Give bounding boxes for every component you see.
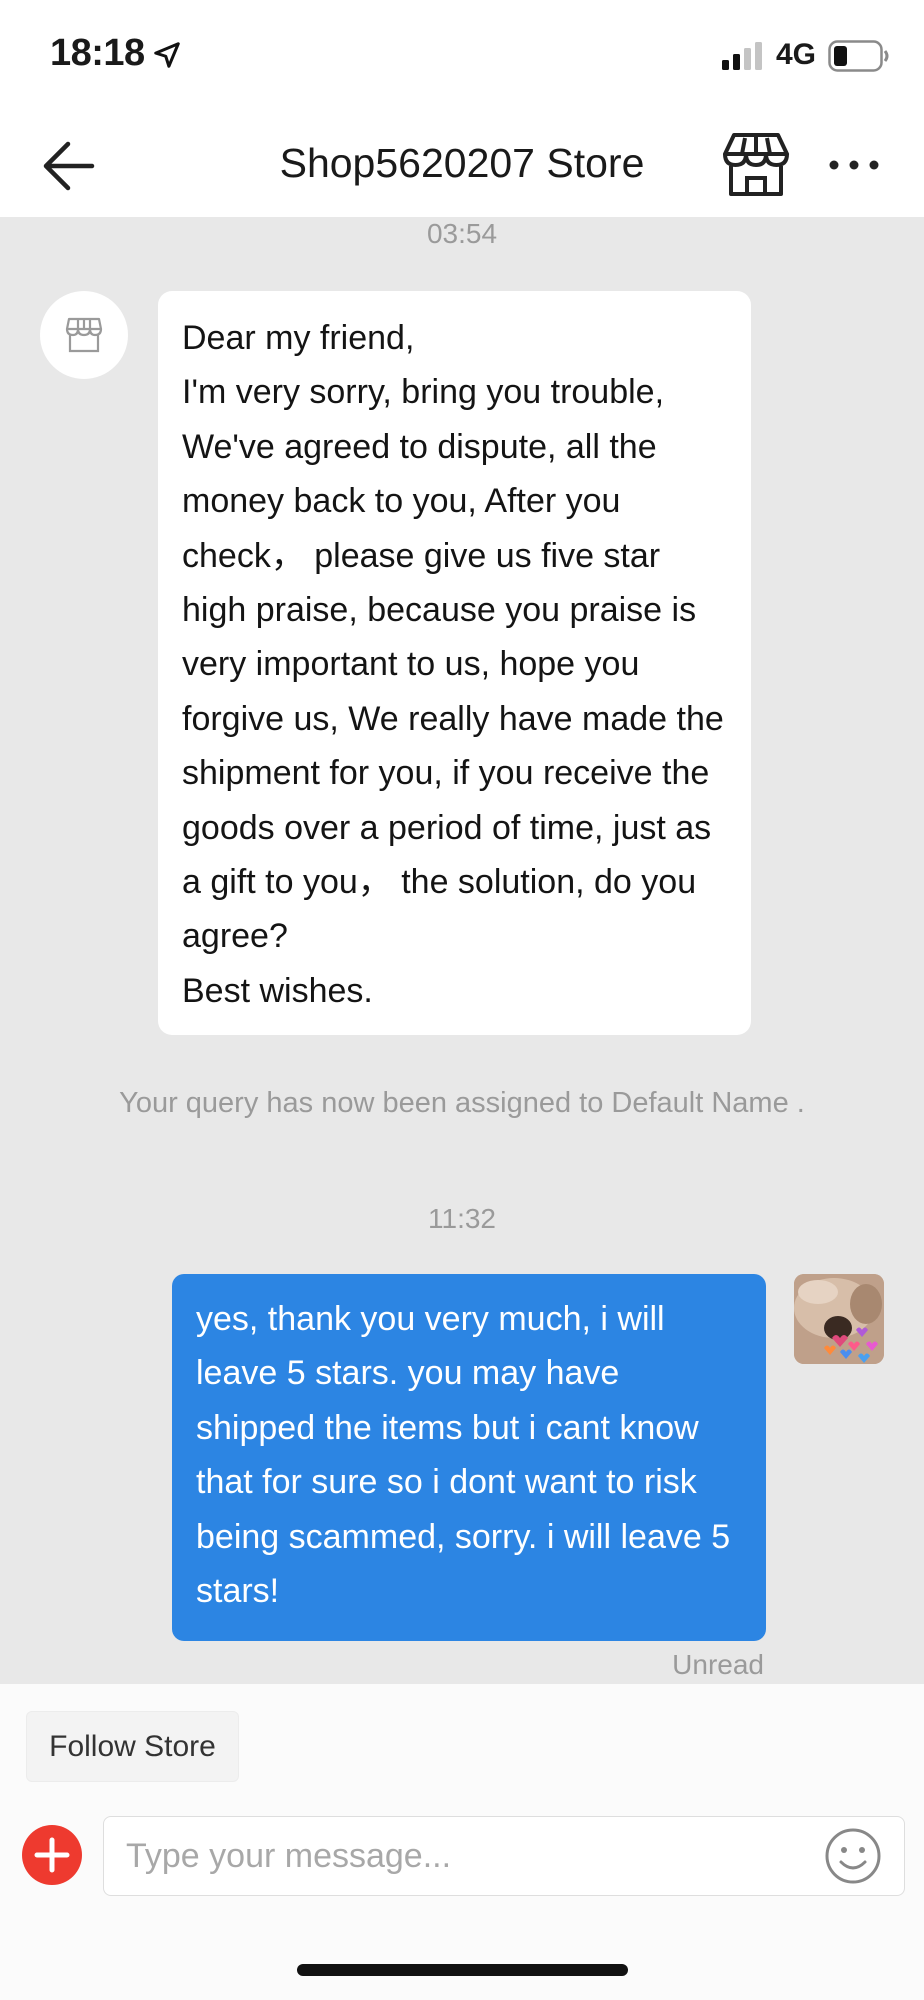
battery-icon: [828, 40, 889, 72]
message-input[interactable]: [126, 1825, 806, 1887]
composer-bar: Follow Store: [0, 1684, 924, 2000]
message-field: [103, 1816, 905, 1896]
network-label: 4G: [776, 38, 817, 71]
store-logo-icon: [65, 317, 103, 353]
user-photo: [794, 1274, 884, 1364]
message-timestamp: 03:54: [426, 218, 498, 249]
status-bar: 18:18 4G: [0, 0, 924, 110]
incoming-message-text: Dear my friend, I'm very sorry, bring yo…: [182, 319, 724, 1010]
chat-messages[interactable]: 03:54 Dear my friend, I'm very sorry, br…: [0, 217, 924, 1684]
store-icon[interactable]: [722, 132, 790, 198]
more-icon[interactable]: [826, 140, 882, 190]
outgoing-message-bubble[interactable]: yes, thank you very much, i will leave 5…: [172, 1274, 766, 1641]
read-status: Unread: [672, 1649, 764, 1680]
follow-store-button[interactable]: Follow Store: [26, 1711, 239, 1782]
store-avatar[interactable]: [40, 291, 128, 379]
user-avatar[interactable]: [794, 1274, 884, 1364]
emoji-icon[interactable]: [824, 1827, 882, 1885]
incoming-message-bubble[interactable]: Dear my friend, I'm very sorry, bring yo…: [158, 291, 751, 1035]
signal-icon: [722, 42, 762, 70]
location-arrow-icon: [154, 42, 180, 68]
plus-icon: [34, 1837, 70, 1873]
outgoing-message-text: yes, thank you very much, i will leave 5…: [196, 1300, 731, 1611]
message-timestamp: 11:32: [428, 1203, 496, 1234]
status-time: 18:18: [50, 32, 145, 74]
add-attachment-button[interactable]: [22, 1825, 82, 1885]
home-indicator[interactable]: [297, 1964, 628, 1976]
system-notice: Your query has now been assigned to Defa…: [119, 1087, 805, 1119]
app-header: Shop5620207 Store: [0, 110, 924, 217]
chat-screen: 18:18 4G Shop5620207 Store 03:54 Dear my…: [0, 0, 924, 2000]
